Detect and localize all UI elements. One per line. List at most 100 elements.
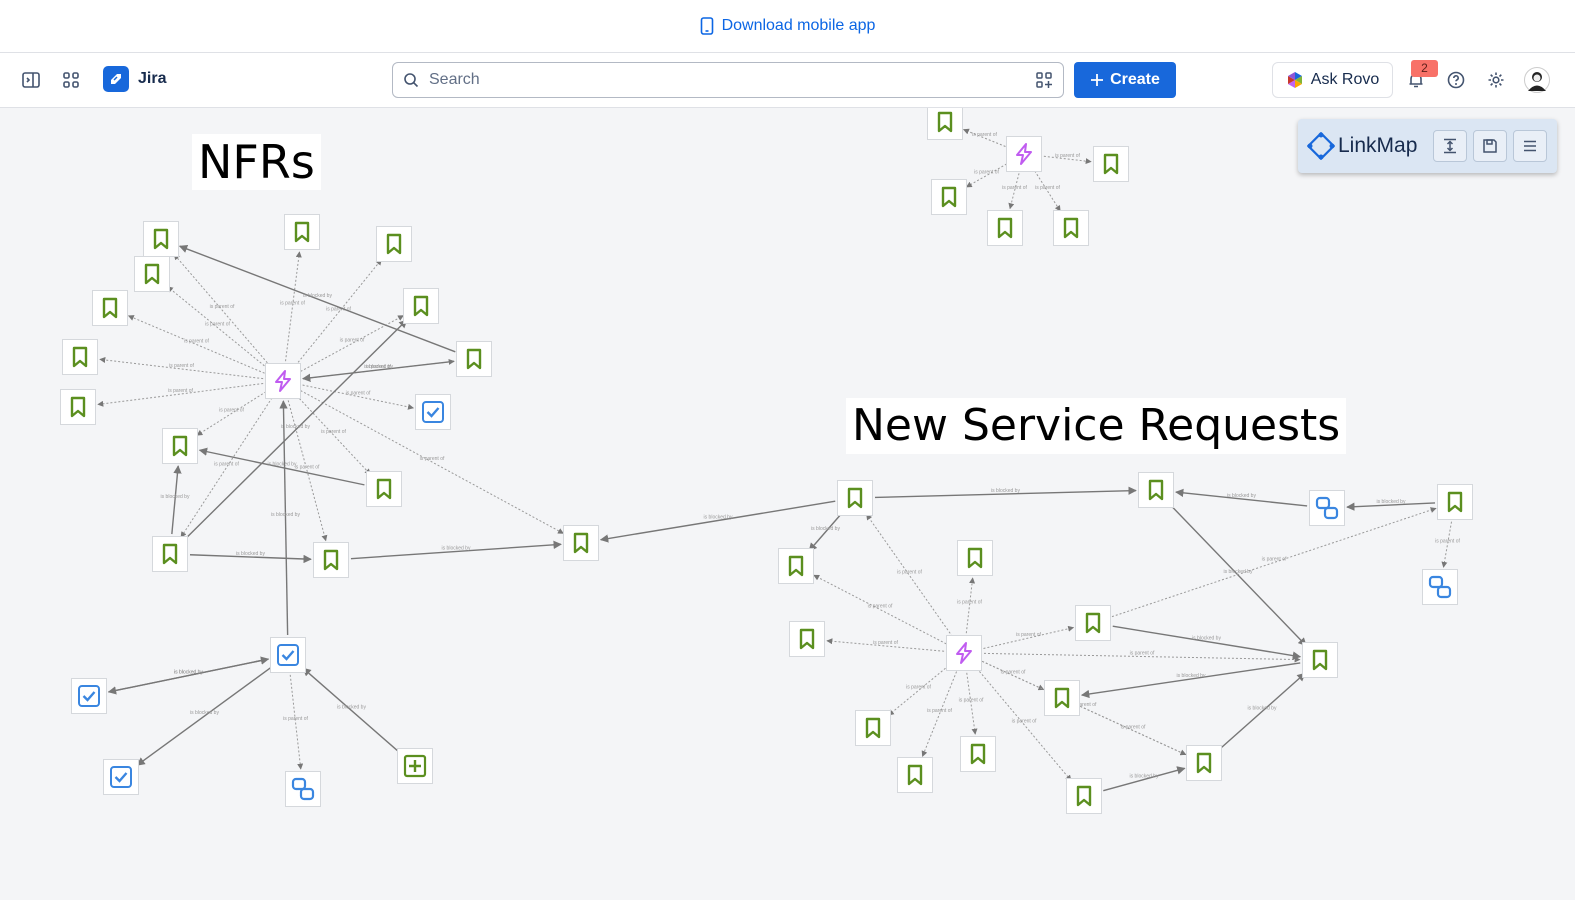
issue-node-s16[interactable]: [1309, 490, 1345, 526]
edge-label: is blocked by: [337, 705, 366, 711]
issue-node-s17[interactable]: [1422, 569, 1458, 605]
issue-node-n18[interactable]: [71, 678, 107, 714]
issue-node-n12[interactable]: [162, 428, 198, 464]
edge-n1-n10: [97, 383, 264, 407]
edge-n17-n20: [289, 674, 304, 770]
search-input[interactable]: [427, 70, 1035, 90]
issue-node-s12[interactable]: [1186, 745, 1222, 781]
download-mobile-app-link[interactable]: Download mobile app: [722, 17, 876, 35]
issue-node-n13[interactable]: [366, 471, 402, 507]
issue-node-n9[interactable]: [456, 341, 492, 377]
issue-node-n10[interactable]: [60, 389, 96, 425]
issue-node-s9[interactable]: [1075, 605, 1111, 641]
issue-node-n19[interactable]: [103, 759, 139, 795]
ask-rovo-button[interactable]: Ask Rovo: [1272, 62, 1393, 98]
bookmark-story-icon: [904, 764, 926, 786]
issue-node-n8[interactable]: [62, 339, 98, 375]
issue-node-n4[interactable]: [376, 226, 412, 262]
create-button[interactable]: Create: [1074, 62, 1176, 98]
edge-label: is blocked by: [364, 364, 393, 370]
issue-node-n14[interactable]: [152, 536, 188, 572]
edge-label: is parent of: [420, 456, 445, 462]
edge-n1-n5: [167, 286, 268, 369]
edge-n1-n13: [296, 395, 371, 475]
issue-node-s5[interactable]: [789, 621, 825, 657]
settings-gear-icon[interactable]: [1480, 64, 1512, 96]
save-button[interactable]: [1473, 130, 1507, 162]
edge-s1-s4: [965, 577, 976, 634]
edge-m1-m6: [1034, 170, 1061, 212]
issue-node-s13[interactable]: [1302, 642, 1338, 678]
sidebar-toggle-icon[interactable]: [15, 64, 47, 96]
plus-icon: [1091, 74, 1104, 86]
issue-node-s2[interactable]: [837, 480, 873, 516]
edge-label: is parent of: [897, 570, 922, 576]
menu-button[interactable]: [1513, 130, 1547, 162]
issue-node-s11[interactable]: [1066, 778, 1102, 814]
issue-node-s14[interactable]: [1138, 472, 1174, 508]
checkbox-task-icon: [77, 684, 101, 708]
issue-node-m5[interactable]: [987, 210, 1023, 246]
issue-node-s4[interactable]: [957, 540, 993, 576]
issue-node-n3[interactable]: [284, 214, 320, 250]
edge-n14-n12: [171, 465, 182, 535]
search-bar[interactable]: [392, 62, 1064, 98]
bookmark-story-icon: [320, 549, 342, 571]
search-filters-icon[interactable]: [1035, 71, 1053, 89]
edge-label: is parent of: [340, 338, 365, 344]
issue-node-n11[interactable]: [415, 394, 451, 430]
issue-node-n20[interactable]: [285, 771, 321, 807]
issue-node-s6[interactable]: [855, 710, 891, 746]
bookmark-story-icon: [383, 233, 405, 255]
edge-m1-m4: [965, 163, 1007, 188]
issue-node-n21[interactable]: [397, 748, 433, 784]
edge-label: is parent of: [184, 339, 209, 345]
edge-label: is parent of: [295, 465, 320, 471]
issue-node-n1[interactable]: [265, 363, 301, 399]
edge-label: is parent of: [1130, 651, 1155, 657]
edge-n1-n12: [196, 391, 267, 436]
edge-label: is parent of: [1002, 185, 1027, 191]
issue-node-s10[interactable]: [1044, 680, 1080, 716]
issue-node-n2[interactable]: [143, 221, 179, 257]
app-switcher-icon[interactable]: [55, 64, 87, 96]
issue-node-n16[interactable]: [563, 525, 599, 561]
linkmap-logo-icon: [1307, 132, 1335, 160]
expand-vertical-button[interactable]: [1433, 130, 1467, 162]
issue-node-m3[interactable]: [1093, 146, 1129, 182]
issue-node-m1[interactable]: [1006, 136, 1042, 172]
issue-node-n6[interactable]: [92, 290, 128, 326]
issue-node-m6[interactable]: [1053, 210, 1089, 246]
bookmark-story-icon: [796, 628, 818, 650]
edge-label: is parent of: [972, 132, 997, 138]
edge-label: is parent of: [1001, 670, 1026, 676]
issue-node-n17[interactable]: [270, 637, 306, 673]
edge-label: is parent of: [974, 170, 999, 176]
bookmark-story-icon: [844, 487, 866, 509]
bookmark-story-icon: [1444, 491, 1466, 513]
issue-node-n15[interactable]: [313, 542, 349, 578]
bookmark-story-icon: [291, 221, 313, 243]
jira-logo[interactable]: Jira: [103, 66, 166, 92]
bookmark-story-icon: [150, 228, 172, 250]
issue-node-m2[interactable]: [927, 108, 963, 140]
edge-label: is blocked by: [1130, 774, 1159, 780]
edge-n13-n12: [198, 447, 365, 486]
linkmap-canvas[interactable]: is parent of is parent of is parent of is p…: [0, 108, 1575, 900]
lightning-epic-icon: [1012, 142, 1036, 166]
issue-node-s3[interactable]: [778, 548, 814, 584]
download-mobile-app-banner[interactable]: Download mobile app: [0, 0, 1575, 53]
issue-node-s15[interactable]: [1437, 484, 1473, 520]
issue-node-s1[interactable]: [946, 635, 982, 671]
edge-s1-s3: [813, 574, 947, 645]
issue-node-s8[interactable]: [960, 736, 996, 772]
issue-node-m4[interactable]: [931, 179, 967, 215]
edge-label: is blocked by: [1377, 499, 1406, 505]
user-avatar[interactable]: [1521, 64, 1553, 96]
help-icon[interactable]: [1440, 64, 1472, 96]
edge-label: is parent of: [927, 708, 952, 714]
issue-node-s7[interactable]: [897, 757, 933, 793]
bookmark-story-icon: [463, 348, 485, 370]
issue-node-n7[interactable]: [403, 288, 439, 324]
issue-node-n5[interactable]: [134, 256, 170, 292]
